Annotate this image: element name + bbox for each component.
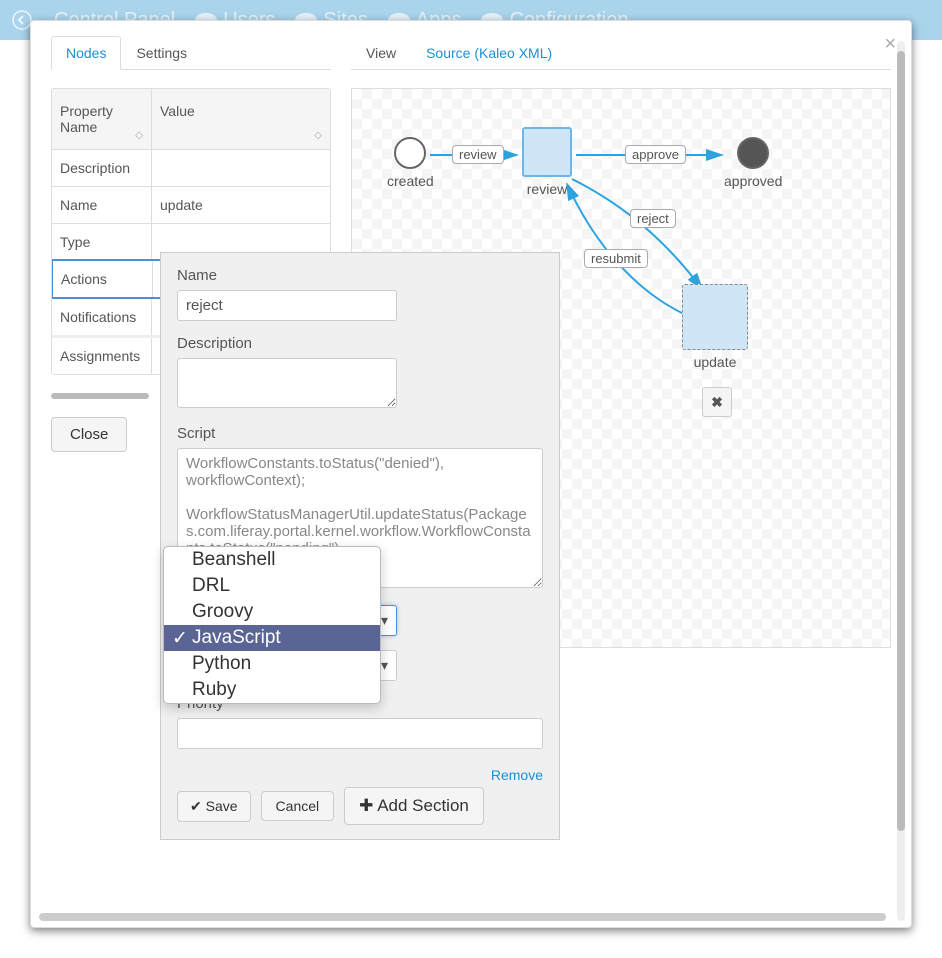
table-row[interactable]: Description [52, 149, 330, 186]
end-node-icon [737, 137, 769, 169]
add-section-button[interactable]: ✚ Add Section [344, 787, 484, 825]
tab-source[interactable]: Source (Kaleo XML) [411, 36, 567, 69]
name-label: Name [177, 267, 543, 284]
cancel-button[interactable]: Cancel [261, 791, 335, 821]
tab-settings[interactable]: Settings [121, 36, 202, 69]
delete-icon: ✖ [711, 394, 723, 411]
check-icon: ✔ [190, 798, 202, 814]
task-node-icon [522, 127, 572, 177]
delete-button[interactable]: ✖ [702, 387, 732, 417]
script-label: Script [177, 425, 543, 442]
sort-icon: ◇ [314, 130, 322, 141]
col-value[interactable]: Value◇ [152, 89, 330, 149]
start-node-icon [394, 137, 426, 169]
sort-icon: ◇ [135, 130, 143, 141]
priority-input[interactable] [177, 718, 543, 749]
dropdown-option-beanshell[interactable]: Beanshell [164, 547, 380, 573]
dropdown-option-python[interactable]: Python [164, 651, 380, 677]
node-review[interactable]: review [522, 127, 572, 197]
chevron-down-icon: ▾ [381, 612, 388, 629]
node-approved[interactable]: approved [724, 137, 782, 189]
node-update[interactable]: update [682, 284, 748, 370]
name-input[interactable] [177, 290, 397, 321]
dropdown-option-javascript[interactable]: ✓JavaScript [164, 625, 380, 651]
dropdown-option-ruby[interactable]: Ruby [164, 677, 380, 703]
node-label: update [682, 354, 748, 370]
chevron-down-icon: ▾ [381, 657, 388, 674]
save-button[interactable]: ✔ Save [177, 791, 251, 822]
node-label: review [522, 181, 572, 197]
right-tabs: View Source (Kaleo XML) [351, 36, 891, 70]
remove-link[interactable]: Remove [177, 767, 543, 783]
vertical-scrollbar[interactable] [897, 41, 905, 921]
plus-icon: ✚ [359, 796, 373, 815]
edge-label-resubmit[interactable]: resubmit [584, 249, 648, 268]
close-button[interactable]: Close [51, 417, 127, 452]
node-label: approved [724, 173, 782, 189]
dropdown-option-groovy[interactable]: Groovy [164, 599, 380, 625]
description-label: Description [177, 335, 543, 352]
tab-view[interactable]: View [351, 36, 411, 69]
left-tabs: Nodes Settings [51, 36, 331, 70]
tab-nodes[interactable]: Nodes [51, 36, 121, 70]
dropdown-option-drl[interactable]: DRL [164, 573, 380, 599]
check-icon: ✓ [172, 627, 188, 650]
edge-label-reject[interactable]: reject [630, 209, 676, 228]
task-node-icon [682, 284, 748, 350]
node-created[interactable]: created [387, 137, 434, 189]
horizontal-scrollbar[interactable] [39, 913, 886, 921]
script-language-dropdown: Beanshell DRL Groovy ✓JavaScript Python … [163, 546, 381, 704]
description-input[interactable] [177, 358, 397, 408]
edge-label-review[interactable]: review [452, 145, 504, 164]
col-property-name[interactable]: Property Name◇ [52, 89, 152, 149]
edge-label-approve[interactable]: approve [625, 145, 686, 164]
node-label: created [387, 173, 434, 189]
table-row[interactable]: Nameupdate [52, 186, 330, 223]
